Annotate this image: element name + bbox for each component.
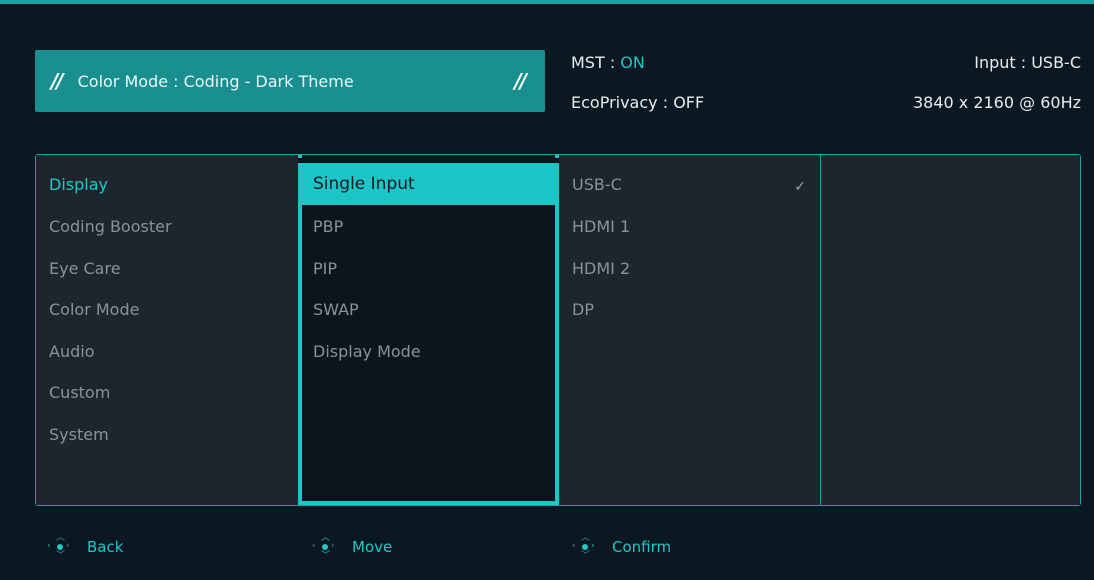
input-source-list: USB-C ✓ HDMI 1 HDMI 2 DP [559,155,820,505]
move-hint[interactable]: ︿ ﹀ ‹ › Move [312,533,393,561]
input-status: Input : USB-C [974,53,1081,72]
category-eye-care[interactable]: Eye Care [49,259,121,278]
display-options-list: Single Input PBP PIP SWAP Display Mode [298,155,559,505]
back-label: Back [87,538,124,556]
slash-icon: // [514,69,527,93]
option-pbp[interactable]: PBP [313,217,343,236]
mst-label: MST : [571,53,621,72]
options-top-divider [298,158,559,163]
slash-icon: // [51,69,64,93]
category-display[interactable]: Display [49,175,108,194]
confirm-hint[interactable]: ︿ ﹀ ‹ › Confirm [572,533,672,561]
option-single-input-label: Single Input [313,174,415,194]
option-pip[interactable]: PIP [313,259,337,278]
joystick-right-icon: ︿ ﹀ ‹ › [572,533,595,561]
joystick-left-icon: ︿ ﹀ ‹ › [47,533,70,561]
mst-status: MST : ON [571,53,645,72]
color-mode-label: Color Mode : Coding - Dark Theme [77,71,354,91]
source-hdmi-1[interactable]: HDMI 1 [572,217,630,236]
option-display-mode[interactable]: Display Mode [313,342,421,361]
ecoprivacy-status: EcoPrivacy : OFF [571,93,705,112]
osd-menu-panel: Display Coding Booster Eye Care Color Mo… [35,154,1081,506]
top-accent-line [0,0,1094,4]
category-coding-booster[interactable]: Coding Booster [49,217,172,236]
confirm-label: Confirm [612,538,672,556]
move-label: Move [352,538,393,556]
category-color-mode[interactable]: Color Mode [49,300,139,319]
category-system[interactable]: System [49,425,109,444]
back-hint[interactable]: ︿ ﹀ ‹ › Back [47,533,124,561]
color-mode-banner: // Color Mode : Coding - Dark Theme // [35,50,545,112]
source-usb-c[interactable]: USB-C [572,175,622,194]
checkmark-icon: ✓ [794,179,806,195]
joystick-up-down-icon: ︿ ﹀ ‹ › [312,533,335,561]
option-swap[interactable]: SWAP [313,300,359,319]
category-custom[interactable]: Custom [49,383,110,402]
source-hdmi-2[interactable]: HDMI 2 [572,259,630,278]
source-dp[interactable]: DP [572,300,594,319]
option-single-input[interactable]: Single Input [302,163,555,205]
empty-submenu-column [820,155,1080,505]
mst-value: ON [620,53,645,72]
category-audio[interactable]: Audio [49,342,94,361]
category-list: Display Coding Booster Eye Care Color Mo… [36,155,298,505]
resolution-status: 3840 x 2160 @ 60Hz [912,93,1081,112]
